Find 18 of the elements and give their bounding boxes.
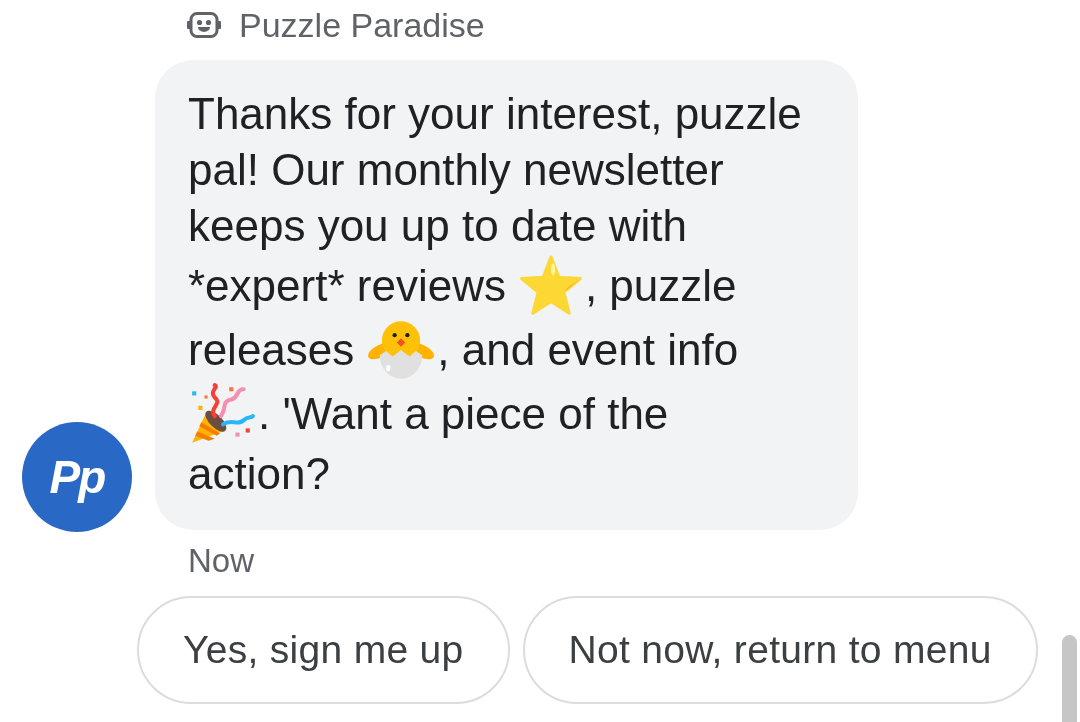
message-text: Thanks for your interest, puzzle xyxy=(188,88,802,140)
suggested-reply-button[interactable]: Not now, return to menu xyxy=(522,596,1038,704)
suggested-reply-button[interactable]: Yes, sign me up xyxy=(137,596,510,704)
message-text: , and event info xyxy=(437,324,739,376)
message-text: *expert* reviews xyxy=(188,260,506,312)
timestamp: Now xyxy=(188,542,255,579)
message-text: action? xyxy=(188,448,330,500)
hatching-chick-icon xyxy=(367,319,436,381)
scrollbar-thumb[interactable] xyxy=(1062,635,1077,722)
sender-name: Puzzle Paradise xyxy=(239,7,485,43)
message-text: . 'Want a piece of the xyxy=(258,388,669,440)
avatar: Pp xyxy=(22,422,132,532)
message-text: keeps you up to date with xyxy=(188,200,687,252)
message-text: pal! Our monthly newsletter xyxy=(188,144,724,196)
robot-icon xyxy=(187,12,221,38)
message-text: releases xyxy=(188,324,355,376)
message-text: , puzzle xyxy=(584,260,737,312)
star-icon xyxy=(518,255,583,317)
